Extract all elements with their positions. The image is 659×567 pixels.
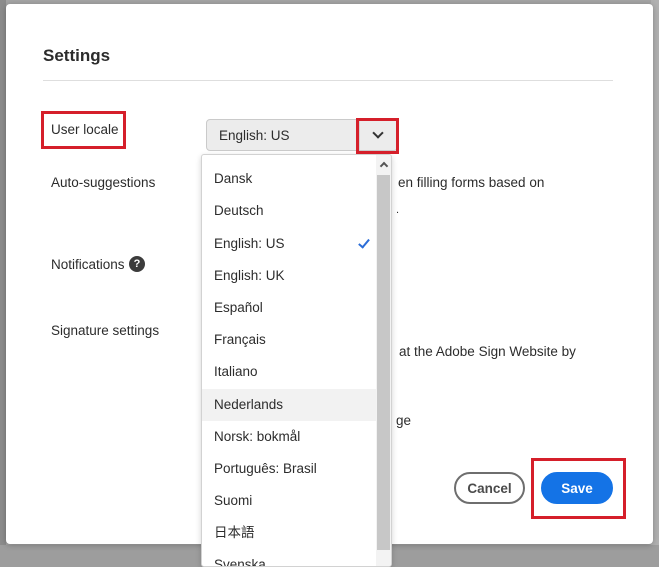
locale-option-norsk[interactable]: Norsk: bokmål [202, 421, 377, 453]
locale-option-espanol[interactable]: Español [202, 292, 377, 324]
locale-option-nederlands[interactable]: Nederlands [202, 389, 377, 421]
locale-option-suomi[interactable]: Suomi [202, 485, 377, 517]
dropdown-scrollbar[interactable] [376, 155, 391, 566]
locale-option-deutsch[interactable]: Deutsch [202, 195, 377, 227]
scrollbar-thumb[interactable] [377, 175, 390, 550]
auto-suggestions-fragment: . [396, 204, 400, 216]
scroll-up-icon[interactable] [379, 161, 389, 171]
highlight-dropdown-toggle [356, 118, 399, 154]
locale-option-italiano[interactable]: Italiano [202, 356, 377, 388]
locale-option-francais[interactable]: Français [202, 324, 377, 356]
signature-settings-label: Signature settings [51, 323, 160, 338]
help-icon[interactable]: ? [129, 256, 145, 272]
cancel-button[interactable]: Cancel [454, 472, 525, 504]
signature-description-2: ge [396, 413, 412, 428]
title-divider [43, 80, 613, 81]
highlight-save-button [531, 458, 626, 519]
highlight-user-locale [41, 111, 126, 149]
locale-option-dansk[interactable]: Dansk [202, 163, 377, 195]
signature-description: at the Adobe Sign Website by [399, 344, 576, 359]
locale-option-japanese[interactable]: 日本語 [202, 517, 377, 549]
locale-option-english-us[interactable]: English: US [202, 228, 377, 260]
dialog-title: Settings [43, 46, 111, 65]
checkmark-icon [358, 236, 370, 249]
locale-dropdown-list: Dansk Deutsch English: US English: UK Es… [201, 154, 392, 567]
locale-option-english-uk[interactable]: English: UK [202, 260, 377, 292]
locale-select-value: English: US [219, 128, 290, 143]
auto-suggestions-description: en filling forms based on [398, 175, 545, 190]
locale-option-label: English: US [214, 236, 285, 251]
notifications-label: Notifications [51, 257, 125, 272]
locale-option-svenska[interactable]: Svenska [202, 549, 377, 566]
auto-suggestions-label: Auto-suggestions [51, 175, 156, 190]
locale-option-portugues[interactable]: Português: Brasil [202, 453, 377, 485]
